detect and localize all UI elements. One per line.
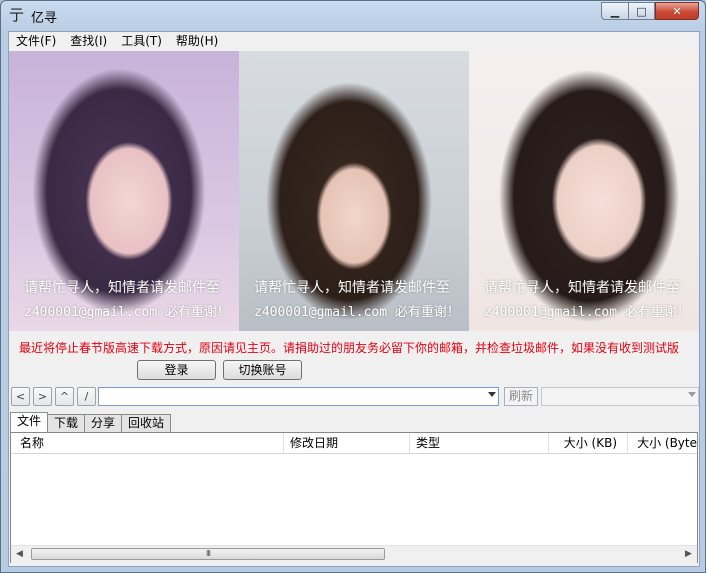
menu-find[interactable]: 查找(I) [63, 32, 114, 51]
close-button[interactable]: ✕ [655, 2, 699, 20]
app-window: 亍 亿寻 ▁ □ ✕ 文件(F) 查找(I) 工具(T) 帮助(H) 请帮忙寻人… [0, 0, 706, 573]
scroll-right-icon[interactable]: ▶ [681, 547, 696, 562]
dropdown-arrow-icon[interactable] [688, 392, 696, 397]
banner-caption-line1: 请帮忙寻人，知情者请发邮件至 [484, 280, 680, 296]
login-button[interactable]: 登录 [137, 360, 216, 380]
banner-photo-2: 请帮忙寻人，知情者请发邮件至 z400001@gmail.com 必有重谢！ [239, 51, 469, 331]
navigation-bar: < > ^ / 刷新 [11, 387, 699, 407]
close-icon: ✕ [672, 4, 682, 18]
column-header-size-byte[interactable]: 大小 (Byte [628, 433, 697, 453]
maximize-icon: □ [636, 4, 647, 18]
path-combobox[interactable] [98, 387, 499, 406]
back-button[interactable]: < [11, 387, 30, 406]
back-icon: < [15, 390, 26, 403]
menu-bar: 文件(F) 查找(I) 工具(T) 帮助(H) [9, 32, 699, 51]
banner-photo-1: 请帮忙寻人，知情者请发邮件至 z400001@gmail.com 必有重谢！ [9, 51, 239, 331]
grip-icon: III [205, 549, 211, 558]
maximize-button[interactable]: □ [628, 2, 655, 20]
app-logo-icon: 亍 [9, 6, 25, 24]
tab-strip: 文件 下载 分享 回收站 [10, 412, 172, 433]
scrollbar-thumb[interactable]: III [31, 548, 385, 560]
banner: 请帮忙寻人，知情者请发邮件至 z400001@gmail.com 必有重谢！ 请… [9, 51, 699, 331]
minimize-icon: ▁ [610, 4, 620, 18]
minimize-button[interactable]: ▁ [601, 2, 628, 20]
menu-tools[interactable]: 工具(T) [114, 32, 169, 51]
switch-account-button[interactable]: 切换账号 [223, 360, 302, 380]
file-list[interactable]: 名称 修改日期 类型 大小 (KB) 大小 (Byte ◀ III ▶ [10, 432, 698, 563]
banner-caption-line2: z400001@gmail.com 必有重谢！ [254, 305, 460, 320]
column-header-type[interactable]: 类型 [410, 433, 549, 453]
up-button[interactable]: ^ [55, 387, 74, 406]
tab-files[interactable]: 文件 [10, 412, 49, 432]
notice-text: 最近将停止春节版高速下载方式，原因请见主页。请捐助过的朋友务必留下你的邮箱，并检… [19, 341, 680, 355]
tab-shares[interactable]: 分享 [84, 414, 123, 432]
window-controls: ▁ □ ✕ [601, 2, 699, 20]
banner-photo-3: 请帮忙寻人，知情者请发邮件至 z400001@gmail.com 必有重谢！ [469, 51, 699, 331]
column-header-size-kb[interactable]: 大小 (KB) [549, 433, 628, 453]
root-button[interactable]: / [77, 387, 96, 406]
secondary-combobox[interactable] [541, 387, 699, 406]
window-title: 亿寻 [31, 11, 58, 26]
column-header-modified[interactable]: 修改日期 [284, 433, 410, 453]
client-area: 文件(F) 查找(I) 工具(T) 帮助(H) 请帮忙寻人，知情者请发邮件至 z… [8, 31, 700, 567]
up-icon: ^ [59, 390, 70, 403]
scroll-left-icon[interactable]: ◀ [12, 547, 27, 562]
column-header-name[interactable]: 名称 [11, 433, 284, 453]
title-bar[interactable]: 亍 亿寻 ▁ □ ✕ [1, 1, 705, 29]
horizontal-scrollbar[interactable]: ◀ III ▶ [11, 545, 697, 563]
refresh-button[interactable]: 刷新 [504, 387, 538, 406]
root-icon: / [84, 390, 89, 403]
banner-caption-line2: z400001@gmail.com 必有重谢！ [484, 305, 690, 320]
forward-button[interactable]: > [33, 387, 52, 406]
tab-recycle-bin[interactable]: 回收站 [121, 414, 172, 432]
menu-help[interactable]: 帮助(H) [169, 32, 225, 51]
list-header: 名称 修改日期 类型 大小 (KB) 大小 (Byte [11, 433, 697, 454]
menu-file[interactable]: 文件(F) [9, 32, 63, 51]
banner-caption-line2: z400001@gmail.com 必有重谢！ [24, 305, 230, 320]
tab-downloads[interactable]: 下载 [47, 414, 86, 432]
banner-caption-line1: 请帮忙寻人，知情者请发邮件至 [24, 280, 220, 296]
banner-caption-line1: 请帮忙寻人，知情者请发邮件至 [254, 280, 450, 296]
forward-icon: > [37, 390, 48, 403]
dropdown-arrow-icon[interactable] [488, 392, 496, 397]
